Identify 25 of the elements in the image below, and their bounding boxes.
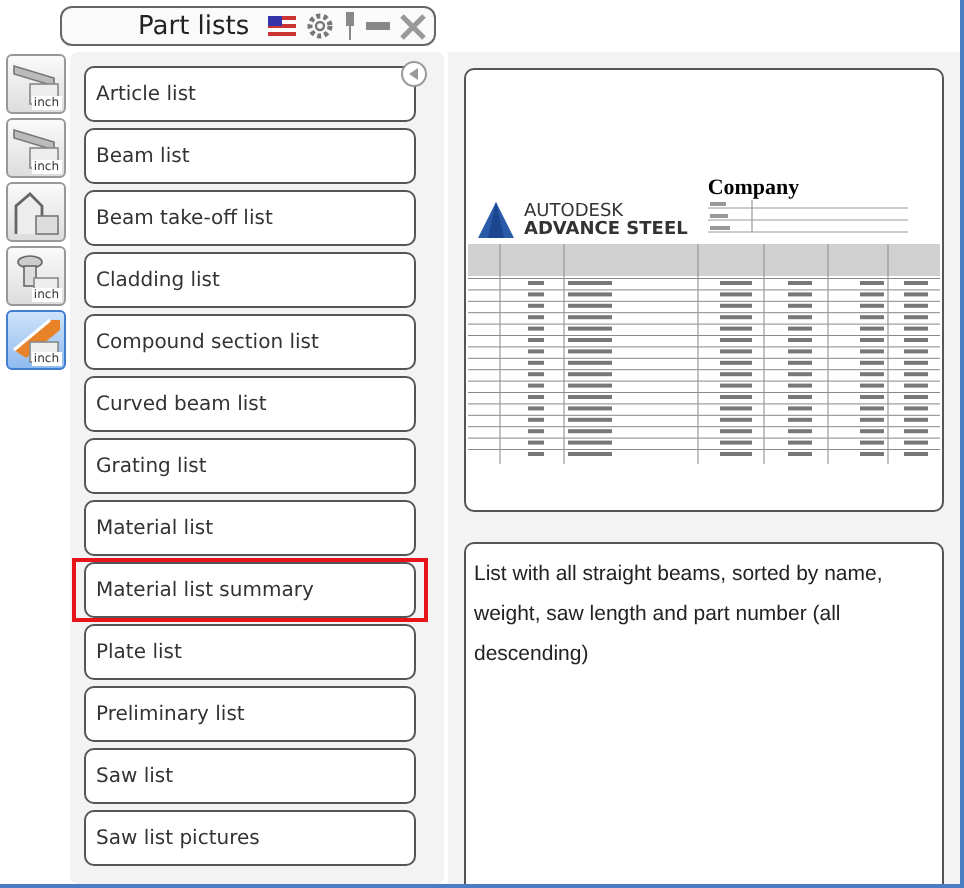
logo-icon [476, 200, 516, 240]
description-text: List with all straight beams, sorted by name, weight, saw length and part number (all descending) [474, 562, 883, 667]
list-item[interactable]: Grating list [84, 438, 416, 494]
logo-text: ADVANCE STEEL [524, 222, 688, 240]
flag-icon[interactable] [268, 16, 296, 36]
settings-icon[interactable] [306, 12, 334, 40]
company-heading: Company [707, 176, 802, 200]
list-item[interactable]: Preliminary list [84, 686, 416, 742]
list-item[interactable]: Material list summary [84, 562, 416, 618]
list-item[interactable]: Beam list [84, 128, 416, 184]
list-item[interactable]: Cladding list [84, 252, 416, 308]
list-item[interactable]: Beam take-off list [84, 190, 416, 246]
toolbar-button[interactable] [5, 182, 65, 242]
list-item[interactable]: Saw list pictures [84, 810, 416, 866]
collapse-icon[interactable] [400, 60, 428, 88]
window-title: Part lists [138, 11, 252, 41]
list-item[interactable]: Saw list [84, 748, 416, 804]
list-item[interactable]: Curved beam list [84, 376, 416, 432]
pin-icon[interactable] [344, 12, 356, 40]
list-item[interactable]: Article list [84, 66, 416, 122]
list-item[interactable]: Compound section list [84, 314, 416, 370]
close-icon[interactable] [400, 13, 426, 39]
list-item[interactable]: Material list [84, 500, 416, 556]
list-item[interactable]: Plate list [84, 624, 416, 680]
logo-text: AUTODESK [524, 204, 626, 222]
